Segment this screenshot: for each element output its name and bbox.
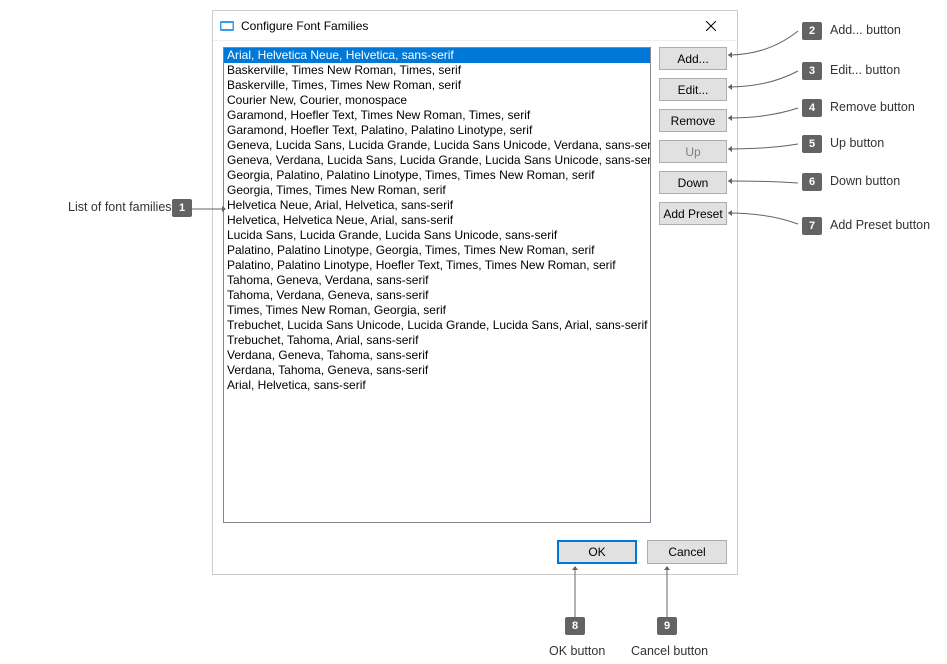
- callout-2-badge: 2: [802, 22, 822, 40]
- font-family-item[interactable]: Courier New, Courier, monospace: [224, 93, 650, 108]
- bottom-button-row: OK Cancel: [557, 540, 727, 564]
- font-family-item[interactable]: Geneva, Verdana, Lucida Sans, Lucida Gra…: [224, 153, 650, 168]
- font-family-item[interactable]: Verdana, Geneva, Tahoma, sans-serif: [224, 348, 650, 363]
- callout-1-badge: 1: [172, 199, 192, 217]
- font-family-item[interactable]: Palatino, Palatino Linotype, Georgia, Ti…: [224, 243, 650, 258]
- font-family-item[interactable]: Trebuchet, Tahoma, Arial, sans-serif: [224, 333, 650, 348]
- callout-3-label: Edit... button: [830, 63, 900, 77]
- up-button[interactable]: Up: [659, 140, 727, 163]
- callout-4-label: Remove button: [830, 100, 915, 114]
- font-family-item[interactable]: Palatino, Palatino Linotype, Hoefler Tex…: [224, 258, 650, 273]
- font-family-item[interactable]: Lucida Sans, Lucida Grande, Lucida Sans …: [224, 228, 650, 243]
- dialog-body: Arial, Helvetica Neue, Helvetica, sans-s…: [213, 41, 737, 574]
- cancel-button[interactable]: Cancel: [647, 540, 727, 564]
- font-family-item[interactable]: Helvetica, Helvetica Neue, Arial, sans-s…: [224, 213, 650, 228]
- font-families-listbox[interactable]: Arial, Helvetica Neue, Helvetica, sans-s…: [223, 47, 651, 523]
- callout-4-badge: 4: [802, 99, 822, 117]
- font-family-item[interactable]: Baskerville, Times, Times New Roman, ser…: [224, 78, 650, 93]
- font-family-item[interactable]: Times, Times New Roman, Georgia, serif: [224, 303, 650, 318]
- font-family-item[interactable]: Arial, Helvetica, sans-serif: [224, 378, 650, 393]
- callout-6-label: Down button: [830, 174, 900, 188]
- ok-button[interactable]: OK: [557, 540, 637, 564]
- titlebar: Configure Font Families: [213, 11, 737, 41]
- callout-7-label: Add Preset button: [830, 218, 930, 232]
- font-family-item[interactable]: Arial, Helvetica Neue, Helvetica, sans-s…: [224, 48, 650, 63]
- font-family-item[interactable]: Garamond, Hoefler Text, Times New Roman,…: [224, 108, 650, 123]
- configure-font-families-dialog: Configure Font Families Arial, Helvetica…: [212, 10, 738, 575]
- font-family-item[interactable]: Georgia, Times, Times New Roman, serif: [224, 183, 650, 198]
- font-family-item[interactable]: Geneva, Lucida Sans, Lucida Grande, Luci…: [224, 138, 650, 153]
- font-family-item[interactable]: Helvetica Neue, Arial, Helvetica, sans-s…: [224, 198, 650, 213]
- callout-5-label: Up button: [830, 136, 884, 150]
- font-family-item[interactable]: Verdana, Tahoma, Geneva, sans-serif: [224, 363, 650, 378]
- dialog-title: Configure Font Families: [241, 19, 691, 33]
- callout-5-badge: 5: [802, 135, 822, 153]
- close-button[interactable]: [691, 15, 731, 37]
- callout-9-label: Cancel button: [631, 644, 708, 658]
- down-button[interactable]: Down: [659, 171, 727, 194]
- font-family-item[interactable]: Garamond, Hoefler Text, Palatino, Palati…: [224, 123, 650, 138]
- add-button[interactable]: Add...: [659, 47, 727, 70]
- edit-button[interactable]: Edit...: [659, 78, 727, 101]
- callout-2-label: Add... button: [830, 23, 901, 37]
- font-family-item[interactable]: Baskerville, Times New Roman, Times, ser…: [224, 63, 650, 78]
- font-family-item[interactable]: Georgia, Palatino, Palatino Linotype, Ti…: [224, 168, 650, 183]
- font-family-item[interactable]: Trebuchet, Lucida Sans Unicode, Lucida G…: [224, 318, 650, 333]
- app-icon: [219, 18, 235, 34]
- callout-7-badge: 7: [802, 217, 822, 235]
- callout-9-badge: 9: [657, 617, 677, 635]
- callout-8-label: OK button: [549, 644, 605, 658]
- side-button-column: Add... Edit... Remove Up Down Add Preset: [659, 47, 727, 225]
- callout-1-label: List of font families: [68, 200, 172, 214]
- callout-3-badge: 3: [802, 62, 822, 80]
- font-family-item[interactable]: Tahoma, Geneva, Verdana, sans-serif: [224, 273, 650, 288]
- add-preset-button[interactable]: Add Preset: [659, 202, 727, 225]
- remove-button[interactable]: Remove: [659, 109, 727, 132]
- font-family-item[interactable]: Tahoma, Verdana, Geneva, sans-serif: [224, 288, 650, 303]
- callout-6-badge: 6: [802, 173, 822, 191]
- callout-8-badge: 8: [565, 617, 585, 635]
